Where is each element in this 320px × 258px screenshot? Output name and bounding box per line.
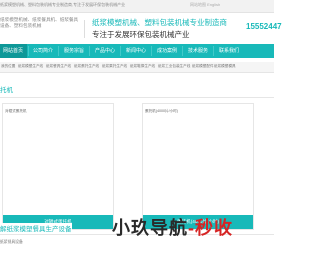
product-image-caption: 蛋托机(4000片/小时) [145,109,178,113]
nav-divider [213,46,214,56]
nav-divider [28,46,29,56]
hotline-number: 15552447 [246,22,282,31]
brand-line-2: 专注于发展环保包装机械产业 [92,30,190,39]
header-divider [84,20,85,38]
top-bar-links[interactable]: 网站地图 English [190,2,220,8]
watermark-part-2: 秒收 [195,218,233,238]
watermark-dash: - [188,218,195,238]
section-title-2: 解纸浆模塑餐具生产设备 [0,223,72,233]
nav-item-products[interactable]: 产品中心 [95,47,115,54]
category-item[interactable]: 纸浆鞋撑生产线 [130,64,155,69]
nav-divider [120,46,121,56]
category-item[interactable]: 纸浆模塑配件 [192,64,214,69]
nav-item-news[interactable]: 新闻中心 [126,47,146,54]
nav-item-contact[interactable]: 联系我们 [219,47,239,54]
watermark-part-1: 小玖导航 [112,218,188,238]
category-item[interactable]: 纸浆模塑模具 [214,64,236,69]
category-item[interactable]: 纸浆餐具生产线 [46,64,71,69]
product-card[interactable]: 蛋托机(4000片/小时) 蛋托机(4000片/小时) [142,103,254,230]
nav-divider [58,46,59,56]
category-item[interactable]: 纸浆模塑生产线 [18,64,43,69]
nav-item-about[interactable]: 公司简介 [33,47,53,54]
top-bar-text: 纸浆模塑机械、塑料包装机械专业制造商,专注于发展环保包装机械产业 [0,2,126,7]
category-item[interactable]: 纸浆工业包装生产线 [158,64,190,69]
category-item[interactable]: 纸浆蛋托生产线 [74,64,99,69]
nav-divider [182,46,183,56]
bottom-category-text[interactable]: 纸浆餐具设备 [0,240,23,245]
section-divider [0,97,274,98]
section-title: 托机 [0,87,13,94]
nav-item-home[interactable]: 网站首页 [3,47,23,54]
header-tagline: 纸浆模塑机械、纸浆餐具机、纸浆餐具设备、塑料包装机械 [0,17,79,28]
product-image-caption: 对辊式蛋托机 [5,109,27,113]
site-header: 纸浆模塑机械、纸浆餐具机、纸浆餐具设备、塑料包装机械 纸浆模塑机械、塑料包装机械… [0,12,282,42]
nav-divider [89,46,90,56]
product-card[interactable]: 对辊式蛋托机 对辊式蛋托机 [2,103,114,230]
watermark-text: 小玖导航-秒收 [112,214,233,240]
nav-divider [151,46,152,56]
category-bar: 我的位置 纸浆模塑生产线 纸浆餐具生产线 纸浆蛋托生产线 纸浆果托生产线 纸浆鞋… [0,62,274,73]
nav-item-cases[interactable]: 成功案例 [157,47,177,54]
main-nav: 网站首页 公司简介 服务宗旨 产品中心 新闻中心 成功案例 技术服务 联系我们 [0,44,274,58]
category-location-label: 我的位置 [1,64,16,68]
nav-item-service[interactable]: 服务宗旨 [64,47,84,54]
nav-item-tech[interactable]: 技术服务 [188,47,208,54]
category-item[interactable]: 纸浆果托生产线 [102,64,127,69]
brand-line-1: 纸浆模塑机械、塑料包装机械专业制造商 [92,18,227,27]
